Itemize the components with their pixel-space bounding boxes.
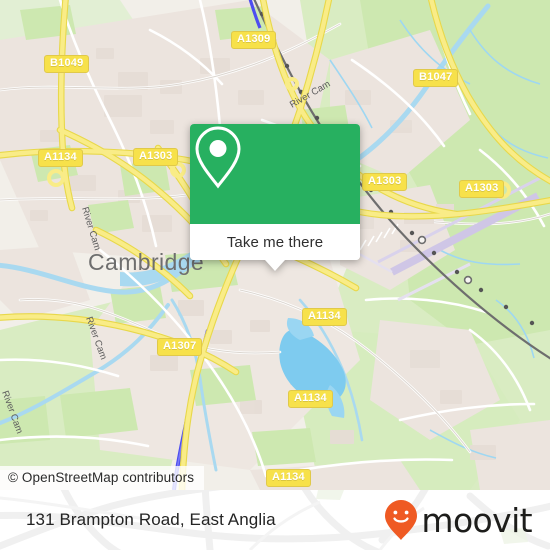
map-pin-icon bbox=[195, 126, 241, 189]
moovit-logo[interactable]: moovit bbox=[384, 490, 533, 550]
destination-popup[interactable]: Take me there bbox=[190, 124, 360, 271]
road-shield: B1049 bbox=[44, 55, 90, 73]
footer-address: 131 Brampton Road, East Anglia bbox=[26, 510, 276, 529]
road-shield: A1134 bbox=[302, 308, 347, 326]
road-shield: A1303 bbox=[362, 173, 408, 191]
footer-bar: 131 Brampton Road, East Anglia moovit bbox=[0, 490, 550, 550]
road-shield: A1303 bbox=[459, 180, 505, 198]
osm-attribution[interactable]: © OpenStreetMap contributors bbox=[0, 466, 205, 490]
moovit-pin-smiley-icon bbox=[385, 500, 418, 540]
road-shield: A1303 bbox=[133, 148, 179, 166]
moovit-wordmark: moovit bbox=[421, 500, 532, 540]
road-shield: A1309 bbox=[231, 31, 277, 49]
popup-header bbox=[190, 124, 360, 224]
popup-tail bbox=[265, 260, 285, 271]
popup-cta-label: Take me there bbox=[226, 233, 324, 251]
map-screenshot: River Cam River Cam River Cam River Cam … bbox=[0, 0, 550, 550]
map-canvas[interactable]: River Cam River Cam River Cam River Cam … bbox=[0, 0, 550, 490]
road-shield: B1047 bbox=[413, 69, 459, 87]
road-shield: A1134 bbox=[38, 149, 83, 167]
city-label-cambridge: Cambridge bbox=[88, 249, 205, 275]
road-shield: A1134 bbox=[288, 390, 333, 408]
popup-body: Take me there bbox=[190, 124, 360, 260]
popup-cta[interactable]: Take me there bbox=[190, 224, 360, 260]
road-shield: A1307 bbox=[157, 338, 203, 356]
road-shield: A1134 bbox=[266, 469, 311, 487]
